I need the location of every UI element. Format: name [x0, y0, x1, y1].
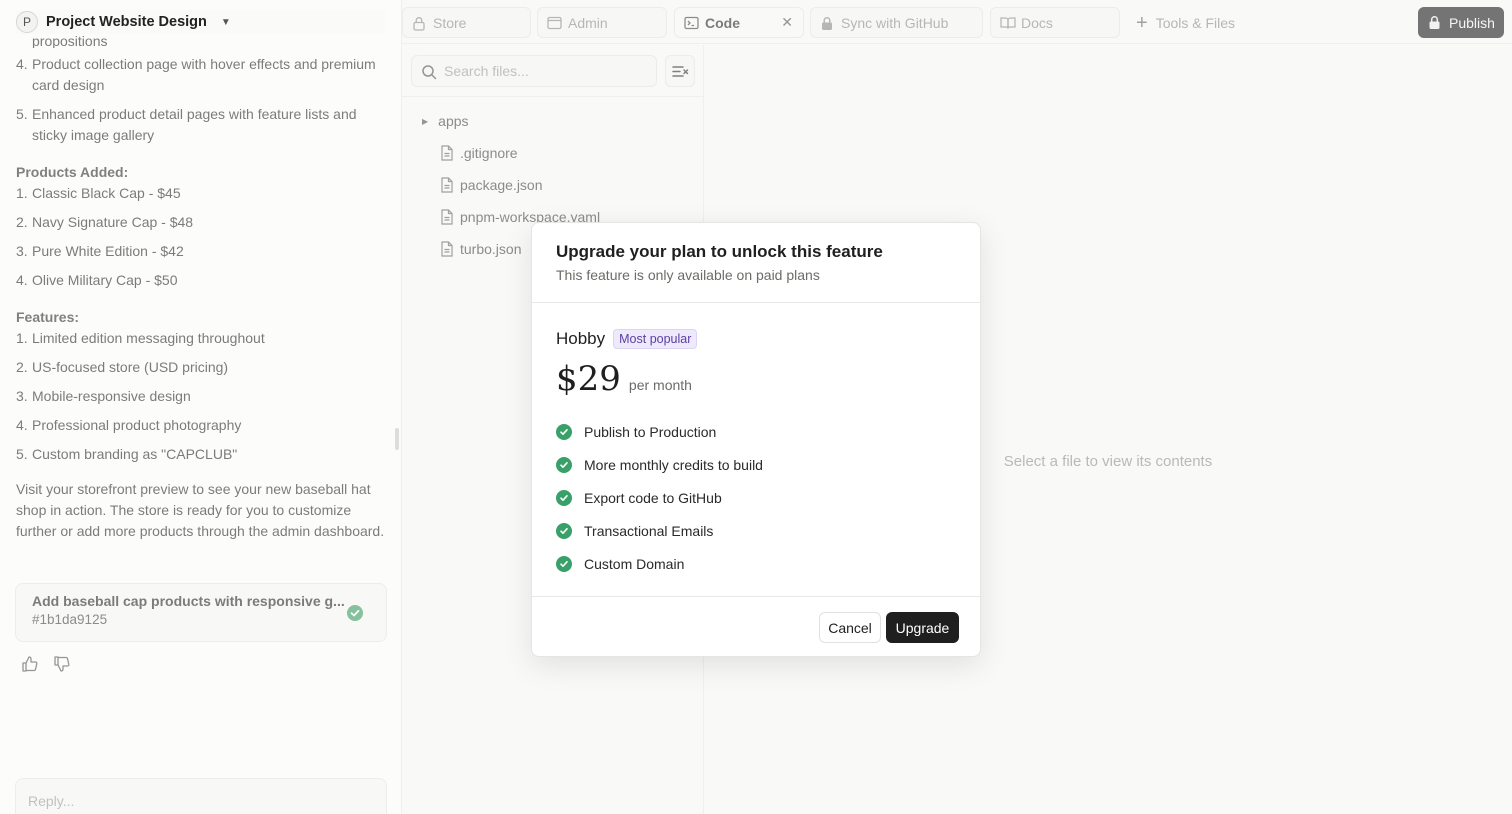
feature-item: Export code to GitHub — [556, 481, 956, 514]
dialog-title: Upgrade your plan to unlock this feature — [556, 242, 883, 261]
check-circle-icon — [556, 522, 572, 539]
feature-item: Custom Domain — [556, 547, 956, 580]
plan-name: Hobby — [556, 329, 606, 348]
project-switcher[interactable]: P Project Website Design ▼ — [16, 10, 386, 34]
avatar: P — [16, 11, 38, 33]
feature-item: Transactional Emails — [556, 514, 956, 547]
plan-price: $29 — [556, 359, 621, 399]
upgrade-dialog: Upgrade your plan to unlock this feature… — [531, 222, 981, 657]
check-circle-icon — [556, 423, 572, 440]
price-period: per month — [628, 377, 692, 393]
upgrade-button[interactable]: Upgrade — [886, 612, 959, 643]
project-name: Project Website Design — [46, 14, 207, 30]
feature-item: Publish to Production — [556, 415, 956, 448]
caret-down-icon: ▼ — [220, 16, 231, 28]
dialog-subtitle: This feature is only available on paid p… — [556, 267, 820, 283]
cancel-button[interactable]: Cancel — [819, 612, 881, 643]
check-circle-icon — [556, 489, 572, 506]
plan-card: Hobby Most popular $29 per month Publish… — [532, 303, 980, 597]
dialog-header: Upgrade your plan to unlock this feature… — [532, 223, 980, 303]
popular-badge: Most popular — [613, 329, 698, 349]
plan-features: Publish to Production More monthly credi… — [556, 415, 956, 580]
feature-item: More monthly credits to build — [556, 448, 956, 481]
check-circle-icon — [556, 456, 572, 473]
check-circle-icon — [556, 555, 572, 572]
dialog-footer: Cancel Upgrade — [532, 597, 980, 657]
